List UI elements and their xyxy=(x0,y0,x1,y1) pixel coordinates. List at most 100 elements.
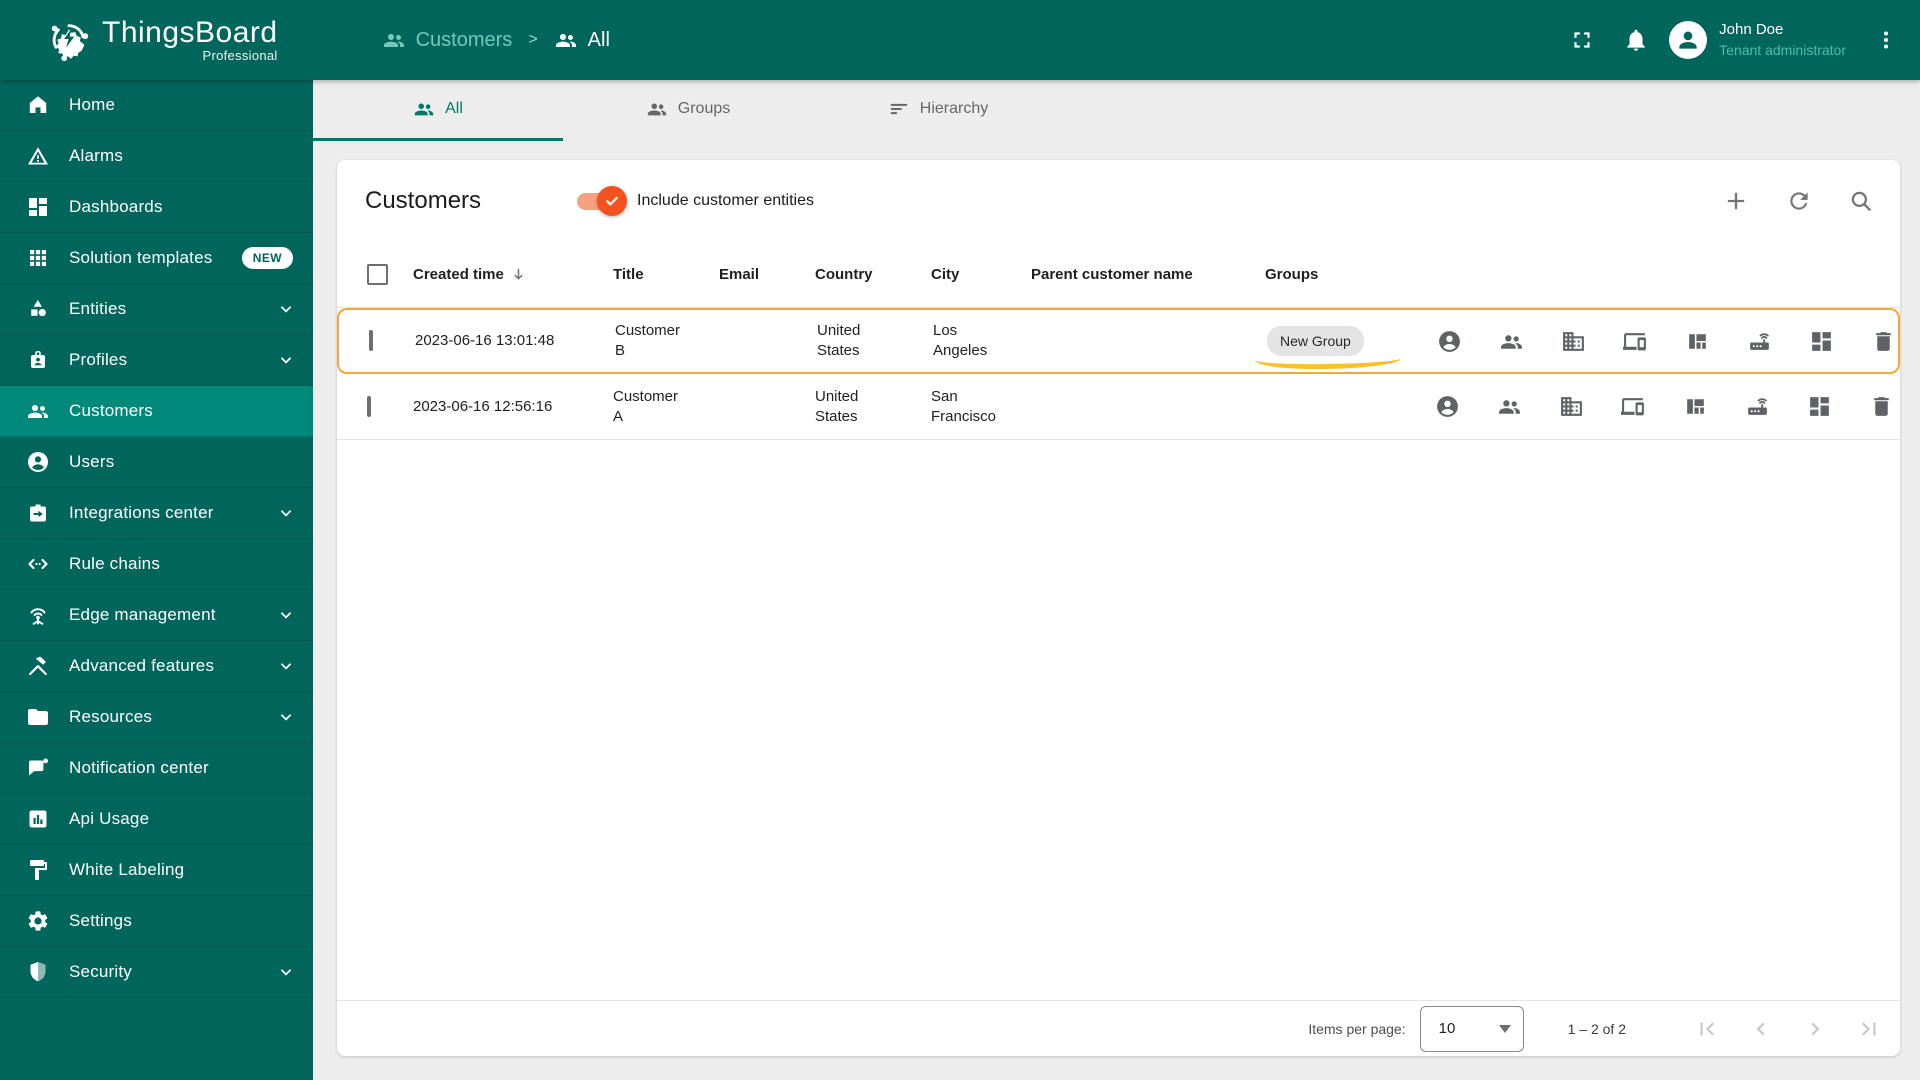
chevron-down-icon xyxy=(281,714,291,721)
cell-title: Customer B xyxy=(615,322,681,359)
manage-devices-icon xyxy=(1623,332,1646,350)
sort-desc-arrow-icon xyxy=(514,268,523,280)
include-customer-entities-toggle[interactable]: Include customer entities xyxy=(577,186,815,216)
home-icon xyxy=(29,96,47,113)
sidebar-item-alarms[interactable]: Alarms xyxy=(0,131,313,182)
manage-assets-button[interactable] xyxy=(1561,329,1586,354)
page-range-label: 1 – 2 of 2 xyxy=(1567,1020,1626,1037)
manage-users-button[interactable] xyxy=(1435,394,1460,419)
refresh-button[interactable] xyxy=(1786,188,1812,214)
manage-assets-icon xyxy=(1563,331,1584,351)
sidebar-item-edge-management[interactable]: Edge management xyxy=(0,590,313,641)
integration-icon xyxy=(30,504,46,522)
sidebar-item-api-usage[interactable]: Api Usage xyxy=(0,794,313,845)
last-page-button[interactable] xyxy=(1856,1016,1882,1042)
sidebar-item-entities[interactable]: Entities xyxy=(0,284,313,335)
table-header-row: Created time Title Email Country City Pa… xyxy=(337,242,1900,308)
breadcrumb-all[interactable]: All xyxy=(554,28,610,52)
previous-page-button[interactable] xyxy=(1748,1016,1774,1042)
sidebar-item-rule-chains[interactable]: Rule chains xyxy=(0,539,313,590)
notifications-button[interactable] xyxy=(1623,27,1649,53)
sidebar-item-users[interactable]: Users xyxy=(0,437,313,488)
sidebar-item-profiles[interactable]: Profiles xyxy=(0,335,313,386)
group-chip[interactable]: New Group xyxy=(1267,326,1364,356)
items-per-page-select[interactable]: 10 xyxy=(1419,1005,1524,1052)
chevron-down-icon xyxy=(281,306,291,313)
sidebar-item-settings[interactable]: Settings xyxy=(0,896,313,947)
manage-customers-button[interactable] xyxy=(1499,329,1524,354)
tab-all[interactable]: All xyxy=(313,80,563,141)
manage-edges-button[interactable] xyxy=(1745,394,1770,419)
select-all-checkbox[interactable] xyxy=(367,264,388,285)
sidebar-item-security[interactable]: Security xyxy=(0,947,313,998)
sidebar-item-notification-center[interactable]: Notification center xyxy=(0,743,313,794)
search-icon xyxy=(1851,191,1871,211)
shapes-icon xyxy=(31,300,46,317)
sidebar-item-home[interactable]: Home xyxy=(0,80,313,131)
row-actions xyxy=(1427,394,1896,419)
manage-edges-button[interactable] xyxy=(1747,329,1772,354)
row-checkbox[interactable] xyxy=(369,330,373,351)
fullscreen-button[interactable] xyxy=(1569,27,1595,53)
table-row[interactable]: 2023-06-16 12:56:16 Customer A United St… xyxy=(337,374,1900,440)
column-created-time[interactable]: Created time xyxy=(405,266,605,283)
sidebar-item-integrations-center[interactable]: Integrations center xyxy=(0,488,313,539)
card-header: Customers Include customer entities xyxy=(337,160,1900,242)
sidebar-item-customers[interactable]: Customers xyxy=(0,386,313,437)
customers-card: Customers Include customer entities Crea… xyxy=(337,160,1900,1056)
delete-button[interactable] xyxy=(1871,329,1896,354)
tab-groups[interactable]: Groups xyxy=(563,80,813,141)
sidebar-item-dashboards[interactable]: Dashboards xyxy=(0,182,313,233)
first-page-button[interactable] xyxy=(1694,1016,1720,1042)
people-icon xyxy=(28,405,48,418)
user-menu[interactable]: John Doe Tenant administrator xyxy=(1669,20,1846,60)
manage-users-button[interactable] xyxy=(1437,329,1462,354)
sidebar-item-solution-templates[interactable]: Solution templates NEW xyxy=(0,233,313,284)
column-groups[interactable]: Groups xyxy=(1257,266,1427,283)
app-logo[interactable]: ThingsBoard Professional xyxy=(46,17,278,63)
avatar xyxy=(1669,21,1708,59)
manage-dashboards-button[interactable] xyxy=(1809,329,1834,354)
sidebar-item-advanced-features[interactable]: Advanced features xyxy=(0,641,313,692)
column-parent-customer-name[interactable]: Parent customer name xyxy=(1023,266,1257,283)
sidebar-item-white-labeling[interactable]: White Labeling xyxy=(0,845,313,896)
row-checkbox[interactable] xyxy=(367,395,371,417)
highlight-swoosh xyxy=(1254,355,1402,371)
column-email[interactable]: Email xyxy=(711,266,807,283)
breadcrumb-customers[interactable]: Customers xyxy=(382,28,513,52)
add-customer-button[interactable] xyxy=(1722,187,1750,215)
delete-button[interactable] xyxy=(1869,394,1894,419)
search-button[interactable] xyxy=(1848,188,1874,214)
manage-devices-button[interactable] xyxy=(1623,329,1648,354)
dropdown-caret-icon xyxy=(1498,1024,1511,1033)
new-badge: NEW xyxy=(241,247,293,269)
sidebar-item-resources[interactable]: Resources xyxy=(0,692,313,743)
column-country[interactable]: Country xyxy=(807,266,923,283)
person-circle-icon xyxy=(28,452,48,472)
table-row[interactable]: 2023-06-16 13:01:48 Customer B United St… xyxy=(337,308,1900,374)
user-role: Tenant administrator xyxy=(1719,42,1846,58)
tab-hierarchy[interactable]: Hierarchy xyxy=(813,80,1063,141)
next-page-button[interactable] xyxy=(1802,1016,1828,1042)
dashboard-icon xyxy=(29,198,47,216)
cell-title: Customer A xyxy=(613,387,679,425)
manage-dashboards-button[interactable] xyxy=(1807,394,1832,419)
chart-box-icon xyxy=(29,810,47,828)
delete-icon xyxy=(1876,331,1891,351)
manage-customers-button[interactable] xyxy=(1497,394,1522,419)
bell-icon xyxy=(1627,29,1645,51)
manage-entity-views-button[interactable] xyxy=(1685,329,1710,354)
people-icon xyxy=(555,34,576,47)
message-icon xyxy=(29,758,48,776)
column-title[interactable]: Title xyxy=(605,266,711,283)
cell-city: Los Angeles xyxy=(933,322,988,359)
manage-entity-views-button[interactable] xyxy=(1683,394,1708,419)
row-actions xyxy=(1429,329,1898,354)
manage-devices-button[interactable] xyxy=(1621,394,1646,419)
breadcrumb-label: Customers xyxy=(415,28,513,51)
grid-icon xyxy=(30,250,46,266)
more-menu-button[interactable] xyxy=(1874,28,1898,52)
toggle-label: Include customer entities xyxy=(637,192,815,209)
column-city[interactable]: City xyxy=(923,266,1023,283)
manage-assets-button[interactable] xyxy=(1559,394,1584,419)
